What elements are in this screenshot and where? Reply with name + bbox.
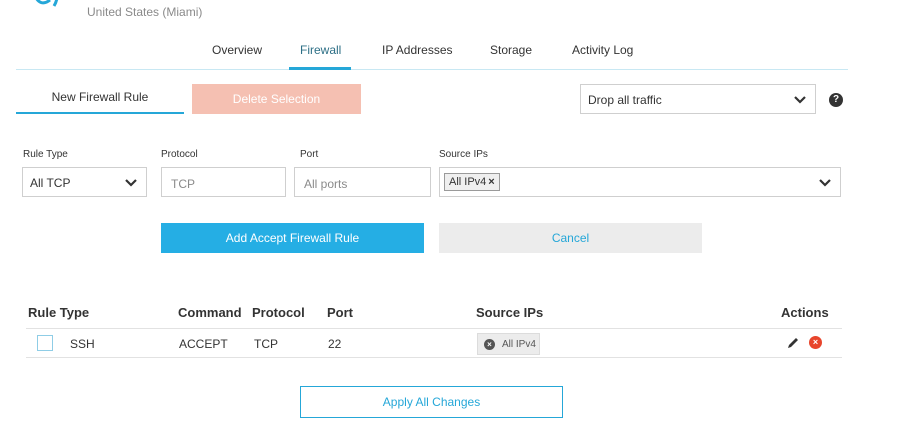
chevron-down-icon xyxy=(125,179,137,187)
protocol-placeholder: TCP xyxy=(171,177,195,191)
delete-selection-button[interactable]: Delete Selection xyxy=(192,84,361,114)
column-header-command: Command xyxy=(178,305,242,320)
protocol-input[interactable]: TCP xyxy=(161,167,286,197)
column-header-protocol: Protocol xyxy=(252,305,305,320)
source-ip-chip[interactable]: All IPv4 × xyxy=(444,173,500,191)
pencil-icon[interactable] xyxy=(786,336,800,350)
source-ip-chip-label: All IPv4 xyxy=(502,339,536,350)
tab-firewall[interactable]: Firewall xyxy=(300,43,341,57)
cell-protocol: TCP xyxy=(254,337,278,351)
protocol-label: Protocol xyxy=(161,149,198,160)
cell-command: ACCEPT xyxy=(179,337,228,351)
question-circle-icon[interactable]: ? xyxy=(829,93,843,107)
column-header-actions: Actions xyxy=(781,305,829,320)
apply-all-changes-button[interactable]: Apply All Changes xyxy=(300,386,563,418)
tab-overview[interactable]: Overview xyxy=(212,43,262,57)
rule-type-select[interactable]: All TCP xyxy=(22,167,147,197)
source-ips-select[interactable]: All IPv4 × xyxy=(439,167,841,197)
rule-type-select-value: All TCP xyxy=(30,176,71,190)
tab-storage[interactable]: Storage xyxy=(490,43,532,57)
column-header-port: Port xyxy=(327,305,353,320)
linode-logo-icon xyxy=(35,0,59,7)
active-tab-indicator xyxy=(289,67,351,70)
row-checkbox[interactable] xyxy=(37,335,53,351)
tab-activity-log[interactable]: Activity Log xyxy=(572,43,633,57)
policy-select-value: Drop all traffic xyxy=(588,93,662,107)
rule-type-label: Rule Type xyxy=(23,149,68,160)
source-ip-chip: × All IPv4 xyxy=(477,333,540,355)
chip-remove-icon[interactable]: × xyxy=(488,176,494,188)
column-header-rule-type: Rule Type xyxy=(28,305,90,320)
chevron-down-icon xyxy=(819,179,831,187)
chevron-down-icon xyxy=(794,96,806,104)
source-ip-chip-label: All IPv4 xyxy=(449,176,487,188)
port-placeholder: All ports xyxy=(304,177,348,191)
delete-circle-icon[interactable]: × xyxy=(809,336,822,349)
tab-bar: Overview Firewall IP Addresses Storage A… xyxy=(16,43,848,70)
column-header-source-ips: Source IPs xyxy=(476,305,544,320)
remove-circle-icon[interactable]: × xyxy=(484,339,495,350)
policy-select[interactable]: Drop all traffic xyxy=(580,84,816,114)
add-accept-firewall-rule-button[interactable]: Add Accept Firewall Rule xyxy=(161,223,424,253)
new-firewall-rule-tab[interactable]: New Firewall Rule xyxy=(16,84,184,114)
port-label: Port xyxy=(300,149,319,160)
tab-ip-addresses[interactable]: IP Addresses xyxy=(382,43,453,57)
cell-port: 22 xyxy=(328,337,342,351)
cancel-button[interactable]: Cancel xyxy=(439,223,702,253)
port-input[interactable]: All ports xyxy=(294,167,431,197)
source-ips-label: Source IPs xyxy=(439,149,488,160)
cell-rule-type: SSH xyxy=(70,337,95,351)
table-row: SSH ACCEPT TCP 22 × All IPv4 × xyxy=(26,328,842,358)
linode-location: United States (Miami) xyxy=(87,5,203,19)
